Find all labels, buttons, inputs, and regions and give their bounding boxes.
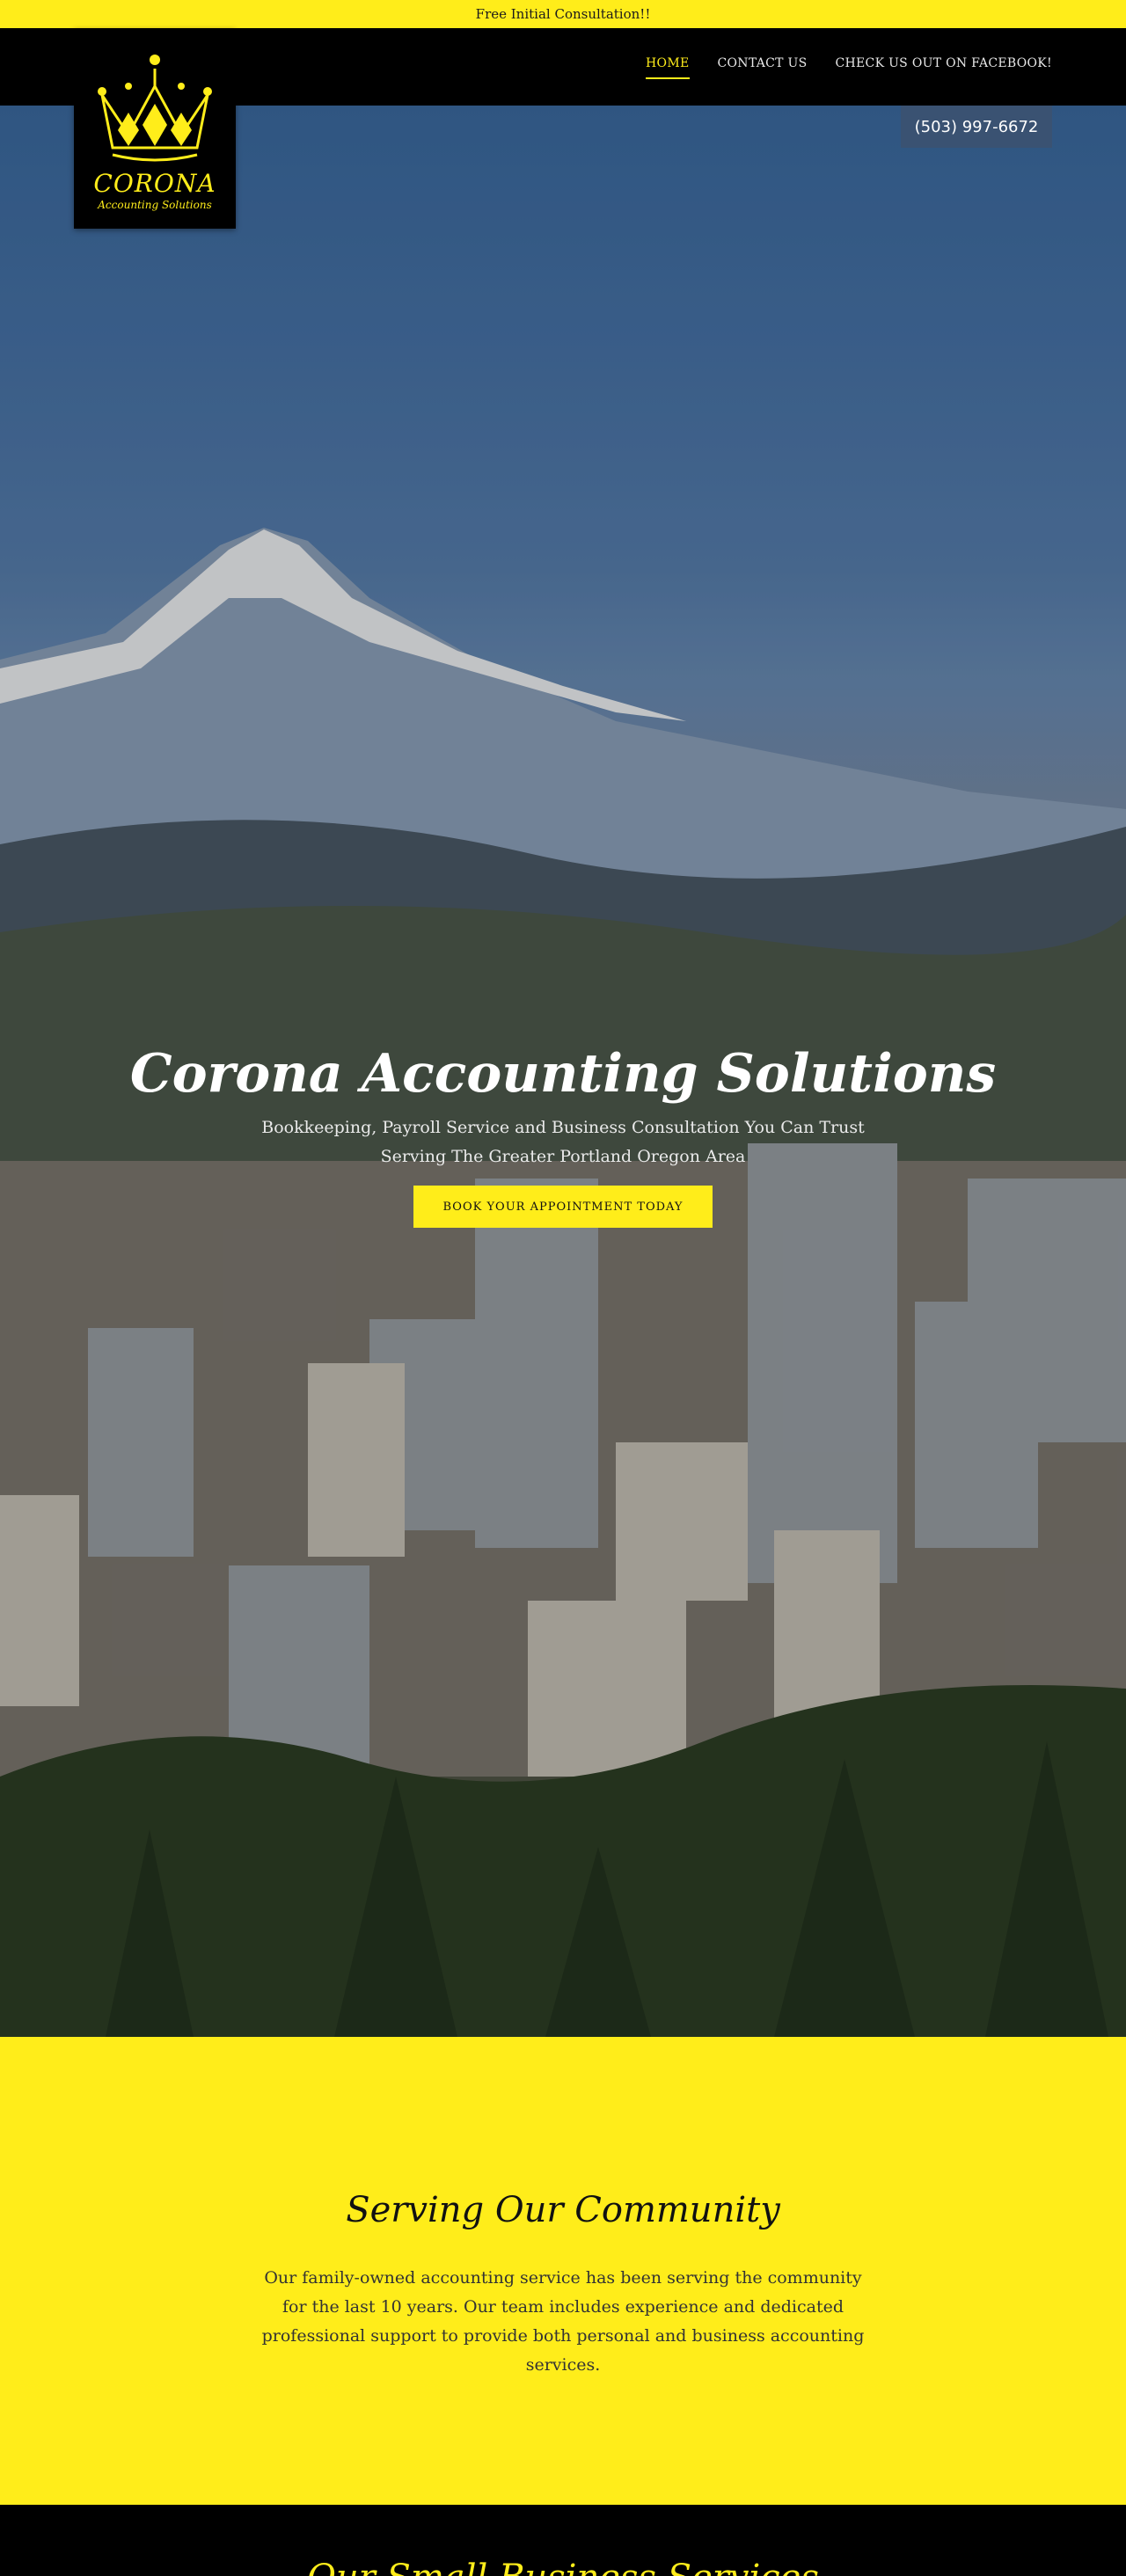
- announcement-text: Free Initial Consultation!!: [475, 6, 651, 22]
- hero-section: (503) 997-6672 Corona Accounting Solutio…: [0, 106, 1126, 2037]
- logo-name: CORONA: [93, 169, 216, 198]
- community-section: Serving Our Community Our family-owned a…: [0, 2037, 1126, 2505]
- nav-facebook-link[interactable]: CHECK US OUT ON FACEBOOK!: [836, 56, 1052, 79]
- nav-menu: HOME CONTACT US CHECK US OUT ON FACEBOOK…: [646, 56, 1052, 79]
- logo-tagline: Accounting Solutions: [98, 199, 212, 211]
- nav-home-link[interactable]: HOME: [646, 56, 690, 79]
- community-body: Our family-owned accounting service has …: [261, 2268, 865, 2375]
- services-section: Our Small Business Services: [0, 2505, 1126, 2576]
- book-appointment-button[interactable]: BOOK YOUR APPOINTMENT TODAY: [413, 1186, 713, 1228]
- announcement-bar: Free Initial Consultation!!: [0, 0, 1126, 28]
- hero-title: Corona Accounting Solutions: [129, 1043, 997, 1105]
- services-heading: Our Small Business Services: [0, 2558, 1126, 2576]
- community-heading: Serving Our Community: [346, 2190, 780, 2230]
- nav-contact-link[interactable]: CONTACT US: [718, 56, 808, 79]
- hero-subtitle: Bookkeeping, Payroll Service and Busines…: [261, 1118, 865, 1166]
- site-logo[interactable]: CORONA Accounting Solutions: [74, 28, 236, 229]
- crown-icon: [98, 55, 212, 162]
- phone-button[interactable]: (503) 997-6672: [901, 106, 1052, 148]
